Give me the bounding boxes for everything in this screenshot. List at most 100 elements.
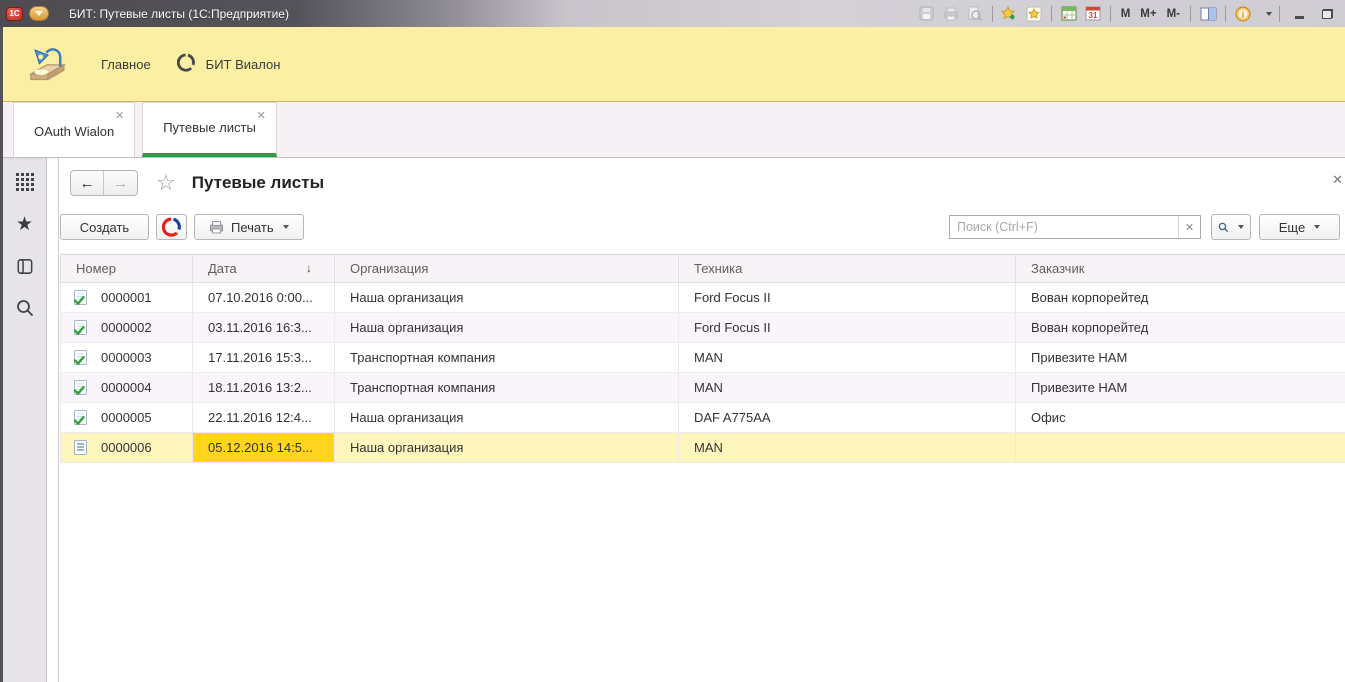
save-icon[interactable] xyxy=(917,5,937,23)
table-row[interactable]: 000000418.11.2016 13:2...Транспортная ко… xyxy=(61,373,1345,403)
cell-customer[interactable]: Привезите НАМ xyxy=(1016,373,1345,403)
form-close-icon[interactable]: ✕ xyxy=(1332,172,1343,188)
memory-subtract-button[interactable]: M- xyxy=(1164,8,1183,20)
info-icon[interactable]: i xyxy=(1233,5,1253,23)
calculator-icon[interactable] xyxy=(1059,5,1079,23)
cell-number[interactable]: 0000002 xyxy=(61,313,193,343)
cell-customer[interactable]: Офис xyxy=(1016,403,1345,433)
function-menubar: Главное БИТ Виалон xyxy=(3,27,1345,102)
document-posted-icon xyxy=(73,350,88,366)
add-favorite-icon[interactable] xyxy=(1000,5,1020,23)
magnifier-icon xyxy=(1218,220,1229,235)
more-dropdown-caret xyxy=(1314,225,1320,229)
page-title: Путевые листы xyxy=(192,173,324,193)
cell-vehicle[interactable]: Ford Focus II xyxy=(679,283,1016,313)
column-header-date[interactable]: Дата↓ xyxy=(193,255,335,283)
sort-descending-icon: ↓ xyxy=(306,261,312,275)
1c-app-icon: 1С xyxy=(6,7,23,21)
table-row[interactable]: 000000203.11.2016 16:3...Наша организаци… xyxy=(61,313,1345,343)
cell-vehicle[interactable]: MAN xyxy=(679,433,1016,463)
tab-oauth-wialon[interactable]: OAuth Wialon ✕ xyxy=(13,102,135,157)
print-dropdown-caret xyxy=(283,225,289,229)
cell-vehicle[interactable]: MAN xyxy=(679,373,1016,403)
column-header-customer[interactable]: Заказчик xyxy=(1016,255,1345,283)
favorites-sidebar-icon[interactable]: ★ xyxy=(13,212,37,236)
forward-button[interactable]: → xyxy=(104,171,137,195)
cell-vehicle[interactable]: DAF A775AA xyxy=(679,403,1016,433)
tab-close-icon[interactable]: ✕ xyxy=(257,111,266,122)
system-menu-button[interactable] xyxy=(29,6,49,21)
table-row[interactable]: 000000107.10.2016 0:00...Наша организаци… xyxy=(61,283,1345,313)
info-dropdown-caret[interactable] xyxy=(1266,12,1272,16)
menu-item-main[interactable]: Главное xyxy=(101,57,151,72)
search-button[interactable] xyxy=(1211,214,1251,240)
tab-close-icon[interactable]: ✕ xyxy=(115,111,124,122)
history-icon[interactable] xyxy=(13,254,37,278)
memory-add-button[interactable]: M+ xyxy=(1137,8,1159,20)
cell-number[interactable]: 0000003 xyxy=(61,343,193,373)
tab-waybills-label: Путевые листы xyxy=(163,120,256,135)
document-unposted-icon xyxy=(73,440,88,456)
tab-oauth-wialon-label: OAuth Wialon xyxy=(34,124,114,139)
split-window-icon[interactable] xyxy=(1198,5,1218,23)
calendar-icon[interactable]: 31 xyxy=(1083,5,1103,23)
search-clear-icon[interactable]: ✕ xyxy=(1178,216,1200,238)
cell-customer[interactable]: Вован корпорейтед xyxy=(1016,283,1345,313)
table-row[interactable]: 000000522.11.2016 12:4...Наша организаци… xyxy=(61,403,1345,433)
cell-organization[interactable]: Транспортная компания xyxy=(335,343,679,373)
printer-icon xyxy=(209,220,224,234)
table-header-row: Номер Дата↓ Организация Техника Заказчик xyxy=(61,255,1345,283)
more-button[interactable]: Еще xyxy=(1259,214,1340,240)
memory-recall-button[interactable]: M xyxy=(1118,8,1134,20)
table-row[interactable]: 000000317.11.2016 15:3...Транспортная ко… xyxy=(61,343,1345,373)
tab-waybills[interactable]: Путевые листы ✕ xyxy=(142,102,277,157)
main-menu-icon[interactable] xyxy=(13,170,37,194)
cell-organization[interactable]: Наша организация xyxy=(335,433,679,463)
search-input[interactable] xyxy=(950,216,1178,238)
cell-number[interactable]: 0000006 xyxy=(61,433,193,463)
wialon-section-icon xyxy=(177,53,196,75)
column-header-number[interactable]: Номер xyxy=(61,255,193,283)
create-button[interactable]: Создать xyxy=(60,214,149,240)
menu-item-main-label: Главное xyxy=(101,57,151,72)
print-preview-icon[interactable] xyxy=(965,5,985,23)
cell-number[interactable]: 0000005 xyxy=(61,403,193,433)
cell-organization[interactable]: Наша организация xyxy=(335,283,679,313)
cell-customer[interactable] xyxy=(1016,433,1345,463)
cell-organization[interactable]: Наша организация xyxy=(335,403,679,433)
document-posted-icon xyxy=(73,410,88,426)
cell-vehicle[interactable]: Ford Focus II xyxy=(679,313,1016,343)
minimize-button[interactable] xyxy=(1287,5,1311,23)
search-dropdown-caret xyxy=(1238,225,1244,229)
cell-number[interactable]: 0000001 xyxy=(61,283,193,313)
cell-date[interactable]: 03.11.2016 16:3... xyxy=(193,313,335,343)
cell-organization[interactable]: Наша организация xyxy=(335,313,679,343)
cell-number[interactable]: 0000004 xyxy=(61,373,193,403)
print-button[interactable]: Печать xyxy=(194,214,304,240)
cell-customer[interactable]: Привезите НАМ xyxy=(1016,343,1345,373)
restore-button[interactable] xyxy=(1315,5,1339,23)
column-header-vehicle[interactable]: Техника xyxy=(679,255,1016,283)
add-to-favorites-icon[interactable]: ☆ xyxy=(156,172,176,194)
favorites-icon[interactable] xyxy=(1024,5,1044,23)
search-sidebar-icon[interactable] xyxy=(13,296,37,320)
document-posted-icon xyxy=(73,290,88,306)
cell-vehicle[interactable]: MAN xyxy=(679,343,1016,373)
more-button-label: Еще xyxy=(1279,220,1305,235)
menu-item-bit-wialon-label: БИТ Виалон xyxy=(206,57,281,72)
cell-organization[interactable]: Транспортная компания xyxy=(335,373,679,403)
back-button[interactable]: ← xyxy=(71,171,104,195)
cell-date[interactable]: 18.11.2016 13:2... xyxy=(193,373,335,403)
cell-date[interactable]: 17.11.2016 15:3... xyxy=(193,343,335,373)
wialon-sync-button[interactable] xyxy=(156,214,187,240)
tool-sidebar: ★ xyxy=(3,158,47,682)
svg-text:31: 31 xyxy=(1088,11,1097,20)
cell-date[interactable]: 22.11.2016 12:4... xyxy=(193,403,335,433)
print-icon[interactable] xyxy=(941,5,961,23)
cell-customer[interactable]: Вован корпорейтед xyxy=(1016,313,1345,343)
column-header-organization[interactable]: Организация xyxy=(335,255,679,283)
menu-item-bit-wialon[interactable]: БИТ Виалон xyxy=(177,53,281,75)
cell-date[interactable]: 07.10.2016 0:00... xyxy=(193,283,335,313)
table-row[interactable]: 000000605.12.2016 14:5...Наша организаци… xyxy=(61,433,1345,463)
cell-date[interactable]: 05.12.2016 14:5... xyxy=(193,433,335,463)
